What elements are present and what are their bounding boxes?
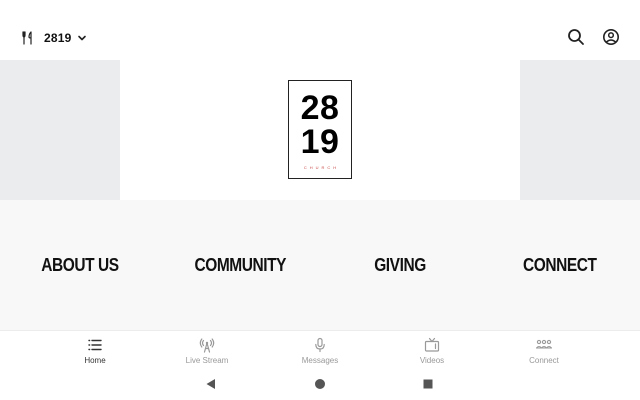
nav-tab-videos[interactable]: Videos	[392, 337, 472, 367]
tile-giving[interactable]: GIVING	[320, 200, 480, 330]
header-actions	[550, 28, 620, 46]
fork-knife-icon	[22, 31, 32, 45]
tile-about-us[interactable]: ABOUT US	[0, 200, 160, 330]
recents-square-icon[interactable]	[422, 378, 434, 390]
hero-banner: 28 19 CHURCH	[0, 60, 640, 200]
system-navigation-bar	[0, 368, 640, 400]
account-circle-icon[interactable]	[602, 28, 620, 46]
broadcast-icon	[199, 338, 215, 353]
back-triangle-icon[interactable]	[205, 378, 217, 390]
nav-label-messages: Messages	[301, 356, 339, 365]
church-logo: 28 19 CHURCH	[288, 80, 352, 179]
nav-tab-messages[interactable]: Messages	[280, 337, 360, 367]
app-header: 2819	[0, 0, 640, 60]
nav-label-connect: Connect	[529, 356, 559, 365]
nav-tab-live-stream[interactable]: Live Stream	[167, 337, 247, 367]
tile-label: GIVING	[374, 254, 426, 275]
logo-subtitle: CHURCH	[303, 165, 340, 170]
tile-community[interactable]: COMMUNITY	[160, 200, 320, 330]
nav-label-live-stream: Live Stream	[185, 356, 229, 365]
church-selector[interactable]: 2819	[22, 28, 87, 48]
nav-tab-connect[interactable]: Connect	[504, 337, 584, 367]
church-name: 2819	[44, 31, 72, 45]
chevron-down-icon	[77, 35, 86, 41]
tv-icon	[424, 337, 440, 352]
nav-label-videos: Videos	[419, 356, 445, 365]
tile-label: CONNECT	[523, 254, 597, 275]
feature-tiles: ABOUT US COMMUNITY GIVING CONNECT	[0, 200, 640, 330]
tile-connect[interactable]: CONNECT	[480, 200, 640, 330]
nav-tab-home[interactable]: Home	[55, 337, 135, 367]
bottom-navigation: Home Live Stream Messages Videos Connect	[0, 330, 640, 368]
tile-label: ABOUT US	[41, 254, 119, 275]
microphone-icon	[315, 337, 325, 353]
list-icon	[88, 339, 102, 351]
search-icon[interactable]	[567, 28, 585, 46]
logo-line-2: 19	[300, 123, 340, 161]
logo-line-1: 28	[300, 89, 340, 127]
people-icon	[536, 339, 552, 349]
tile-label: COMMUNITY	[194, 254, 286, 275]
nav-label-home: Home	[84, 356, 106, 365]
banner-image: 28 19 CHURCH	[120, 60, 520, 200]
home-circle-icon[interactable]	[314, 378, 326, 390]
